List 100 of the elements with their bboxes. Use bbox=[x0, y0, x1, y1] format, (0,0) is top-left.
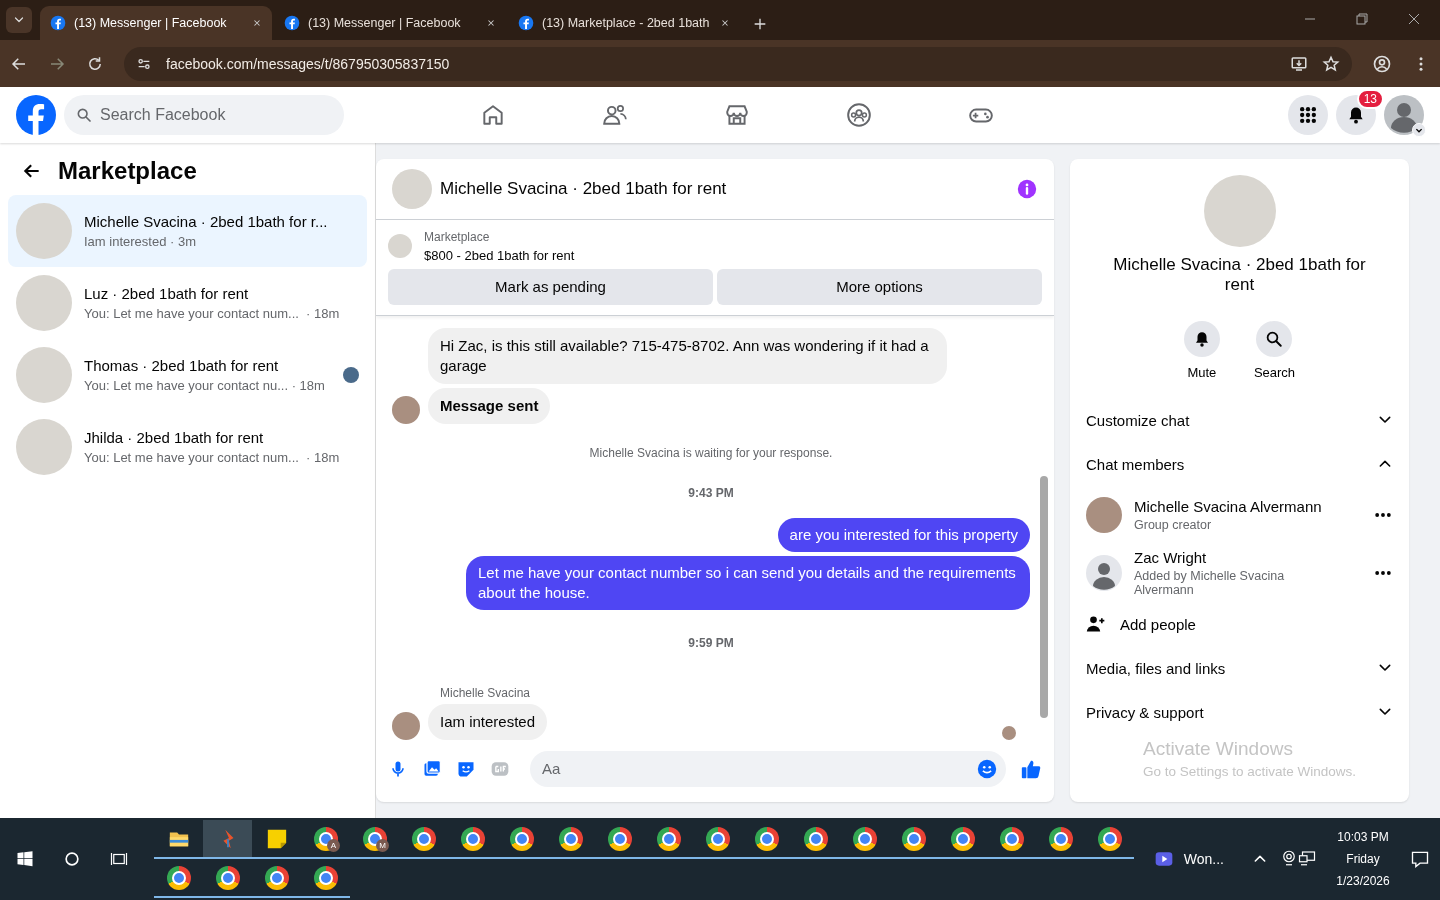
close-icon[interactable] bbox=[486, 18, 496, 28]
account-chevron-icon[interactable] bbox=[1412, 123, 1426, 137]
camera-icon[interactable] bbox=[1280, 848, 1298, 867]
browser-icon bbox=[803, 826, 828, 851]
conversation-name: Thomas · 2bed 1bath for rent bbox=[84, 357, 280, 374]
browser-icon bbox=[362, 826, 387, 851]
listing-photo bbox=[388, 234, 412, 259]
message-bubble: are you interested for this property bbox=[777, 517, 1030, 552]
browser-icon bbox=[656, 826, 681, 851]
member-name: Zac Wright bbox=[1134, 549, 1208, 566]
browser-icon bbox=[1097, 826, 1122, 851]
sticker-icon[interactable] bbox=[456, 759, 476, 779]
start-icon[interactable] bbox=[16, 850, 34, 868]
section-title: Marketplace bbox=[58, 157, 197, 185]
browser-icon bbox=[411, 826, 436, 851]
listing-photo bbox=[392, 169, 432, 209]
conversation-item[interactable]: Jhilda · 2bed 1bath for rent You: Let me have your contact num... · 18m bbox=[8, 411, 367, 483]
notification-badge: 13 bbox=[1356, 89, 1384, 109]
taskbar-app[interactable]: M bbox=[350, 820, 399, 859]
listing-photo bbox=[16, 203, 72, 259]
listing-photo bbox=[16, 275, 72, 331]
thumbs-up-icon[interactable] bbox=[1020, 758, 1042, 780]
message-field[interactable]: Aa bbox=[530, 751, 1006, 787]
notifications-icon[interactable] bbox=[1410, 849, 1430, 869]
facebook-favicon-icon bbox=[518, 15, 534, 31]
browser-tab[interactable]: (13) Messenger | Facebook bbox=[274, 6, 506, 40]
browser-icon bbox=[215, 865, 240, 890]
facebook-favicon-icon bbox=[50, 15, 66, 31]
sender-name: Michelle Svacina bbox=[440, 685, 532, 700]
browser-tab[interactable]: (13) Marketplace - 2bed 1bath bbox=[508, 6, 740, 40]
home-icon[interactable] bbox=[480, 102, 506, 128]
install-icon[interactable] bbox=[1290, 54, 1308, 73]
close-icon[interactable] bbox=[1408, 13, 1420, 25]
taskbar-app[interactable]: Won... bbox=[1147, 848, 1230, 870]
network-icon[interactable] bbox=[1298, 848, 1316, 867]
search-field[interactable]: Search Facebook bbox=[64, 95, 344, 135]
profile-icon[interactable] bbox=[1372, 53, 1392, 74]
search-icon[interactable] bbox=[62, 849, 82, 869]
browser-icon bbox=[558, 826, 583, 851]
info-icon[interactable] bbox=[1016, 178, 1038, 200]
member-role: Group creator bbox=[1134, 518, 1213, 532]
address-bar[interactable]: facebook.com/messages/t/867950305837150 bbox=[124, 46, 1352, 81]
account-avatar-icon[interactable] bbox=[1384, 95, 1424, 135]
message-preview: You: Let me have your contact num... · 18m bbox=[84, 306, 341, 321]
browser-icon bbox=[950, 826, 975, 851]
taskbar-app[interactable]: A bbox=[301, 820, 350, 859]
listing-title: $800 - 2bed 1bath for rent bbox=[424, 247, 575, 263]
browser-icon bbox=[313, 826, 338, 851]
conversation-name: Michelle Svacina · 2bed 1bath for r... bbox=[84, 213, 329, 230]
emoji-icon[interactable] bbox=[976, 758, 998, 780]
browser-icon bbox=[607, 826, 632, 851]
watermark-title: Activate Windows bbox=[1143, 738, 1294, 760]
browser-tab[interactable]: (13) Messenger | Facebook bbox=[40, 6, 272, 40]
facebook-logo-icon[interactable] bbox=[16, 95, 56, 135]
conversation-item[interactable]: Luz · 2bed 1bath for rent You: Let me have your contact num... · 18m bbox=[8, 267, 367, 339]
browser-icon bbox=[1048, 826, 1073, 851]
store-icon[interactable] bbox=[724, 102, 750, 128]
section-header[interactable]: Customize chat bbox=[1086, 398, 1393, 442]
listing-photo bbox=[16, 419, 72, 475]
friends-icon[interactable] bbox=[602, 102, 628, 128]
notifications-button[interactable] bbox=[1336, 95, 1376, 135]
task-view-icon[interactable] bbox=[110, 850, 128, 868]
section-header[interactable]: Media, files and links bbox=[1086, 646, 1393, 690]
scrollbar-thumb[interactable] bbox=[1040, 475, 1048, 718]
restore-icon[interactable] bbox=[1356, 13, 1368, 25]
message-bubble: Hi Zac, is this still available? 715-475-8702. Ann was wondering if it had a garage bbox=[428, 327, 947, 384]
listing-label: Marketplace bbox=[424, 229, 491, 244]
browser-icon bbox=[509, 826, 534, 851]
conversation-name: Jhilda · 2bed 1bath for rent bbox=[84, 429, 265, 446]
member-role: Added by Michelle Svacina Alvermann bbox=[1134, 569, 1286, 597]
search-icon bbox=[76, 107, 92, 123]
action-button[interactable]: More options bbox=[717, 268, 1042, 305]
conversation-item[interactable]: Thomas · 2bed 1bath for rent You: Let me have your contact nu... · 18m bbox=[8, 339, 367, 411]
menu-button[interactable] bbox=[1288, 95, 1328, 135]
tab-list-button[interactable] bbox=[6, 7, 32, 33]
reload-icon[interactable] bbox=[86, 54, 104, 73]
message-preview: Iam interested · 3m bbox=[84, 234, 197, 249]
section-header[interactable]: Privacy & support bbox=[1086, 690, 1393, 734]
browser-icon bbox=[264, 865, 289, 890]
conversation-name: Luz · 2bed 1bath for rent bbox=[84, 285, 250, 302]
bookmark-star-icon[interactable] bbox=[1322, 54, 1340, 73]
section-header[interactable]: Chat members bbox=[1086, 442, 1393, 486]
close-icon[interactable] bbox=[252, 18, 262, 28]
clock[interactable]: 10:03 PM Friday 1/23/2026 bbox=[1328, 826, 1398, 892]
timestamp: 9:43 PM bbox=[688, 485, 734, 500]
action-button[interactable]: Mark as pending bbox=[388, 268, 713, 305]
groups-icon[interactable] bbox=[846, 102, 872, 128]
add-people-button[interactable]: Add people bbox=[1086, 602, 1196, 646]
new-tab-icon[interactable] bbox=[752, 16, 768, 32]
browser-icon bbox=[166, 865, 191, 890]
grid-menu-icon bbox=[1298, 105, 1318, 125]
close-icon[interactable] bbox=[720, 18, 730, 28]
chat-title: Michelle Svacina · 2bed 1bath for rent bbox=[440, 179, 728, 199]
photo-icon[interactable] bbox=[422, 759, 442, 779]
listing-photo bbox=[16, 347, 72, 403]
message-preview: You: Let me have your contact nu... · 18m bbox=[84, 378, 326, 393]
conversation-item[interactable]: Michelle Svacina · 2bed 1bath for r... Iam interested · 3m bbox=[8, 195, 367, 267]
browser-icon bbox=[460, 826, 485, 851]
status-notice: Michelle Svacina is waiting for your response. bbox=[589, 445, 833, 460]
message-bubble: Iam interested bbox=[428, 703, 548, 740]
